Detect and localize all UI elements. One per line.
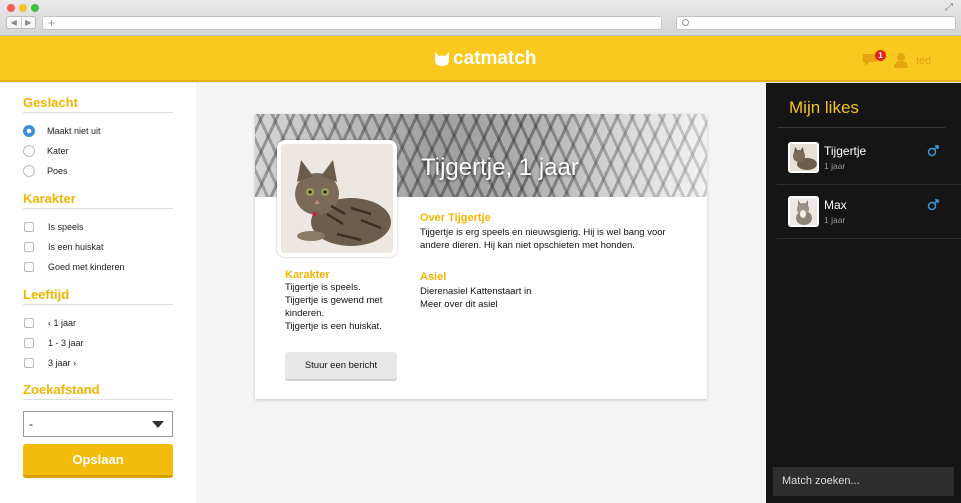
match-search-input[interactable]: Match zoeken... [773, 467, 954, 496]
username[interactable]: ted [916, 55, 931, 67]
like-age: 1 jaar [824, 161, 846, 171]
character-filter-title: Karakter [23, 189, 173, 209]
fullscreen-icon[interactable]: ⤢ [945, 2, 953, 13]
user-icon[interactable] [893, 52, 909, 68]
brand-name: catmatch [453, 48, 537, 69]
like-name: Max [824, 198, 847, 212]
cat-photo [277, 140, 397, 257]
distance-select[interactable]: - [23, 411, 173, 437]
likes-title: Mijn likes [789, 98, 859, 117]
main-content: Tijgertje, 1 jaar Over Tijgertje Tijgert… [196, 83, 766, 503]
back-icon[interactable]: ◀ [7, 17, 22, 28]
shelter-section: Asiel Dierenasiel Kattenstaart in Meer o… [420, 271, 670, 311]
minimize-window-button[interactable] [19, 4, 27, 12]
divider [777, 127, 945, 128]
avatar [788, 196, 819, 227]
gender-filter: Geslacht Maakt niet uit Kater Poes [23, 93, 173, 181]
maximize-window-button[interactable] [31, 4, 39, 12]
shelter-link[interactable]: Meer over dit asiel [420, 298, 670, 311]
chevron-down-icon [152, 421, 164, 428]
distance-filter-title: Zoekafstand [23, 380, 173, 400]
character-option-housecat[interactable]: Is een huiskat [23, 237, 173, 257]
likes-panel: Mijn likes Tijgertje 1 jaar Max 1 jaar M… [766, 83, 961, 503]
character-section: Karakter Tijgertje is speels. Tijgertje … [285, 269, 395, 333]
close-window-button[interactable] [7, 4, 15, 12]
cat-photo-image [281, 144, 393, 253]
radio-button[interactable] [23, 125, 35, 137]
radio-button[interactable] [23, 145, 35, 157]
send-message-button[interactable]: Stuur een bericht [285, 352, 397, 381]
history-nav: ◀ ▶ [6, 16, 36, 29]
like-age: 1 jaar [824, 215, 846, 225]
cat-head-icon [435, 52, 449, 66]
about-title: Over Tijgertje [420, 212, 491, 224]
character-filter: Karakter Is speels Is een huiskat Goed m… [23, 189, 173, 277]
profile-title: Tijgertje, 1 jaar [421, 154, 579, 181]
new-tab-icon[interactable]: + [48, 16, 55, 30]
gender-option-female[interactable]: Poes [23, 161, 173, 181]
checkbox[interactable] [24, 358, 34, 368]
character-line: Tijgertje is speels. [285, 282, 361, 293]
checkbox[interactable] [24, 262, 34, 272]
age-option-over-3[interactable]: 3 jaar › [23, 353, 173, 373]
distance-select-value: - [29, 417, 33, 431]
shelter-title: Asiel [420, 271, 447, 283]
age-option-under-1[interactable]: ‹ 1 jaar [23, 313, 173, 333]
male-icon [927, 145, 939, 157]
distance-filter: Zoekafstand [23, 380, 173, 400]
address-bar[interactable]: + [42, 16, 662, 30]
like-item-max[interactable]: Max 1 jaar [777, 186, 961, 239]
browser-chrome: ⤢ ◀ ▶ + [0, 0, 961, 36]
profile-card: Tijgertje, 1 jaar Over Tijgertje Tijgert… [255, 114, 707, 399]
logo[interactable]: catmatch [434, 48, 536, 70]
shelter-name: Dierenasiel Kattenstaart in [420, 286, 532, 297]
avatar [788, 142, 819, 173]
character-line: Tijgertje is een huiskat. [285, 321, 382, 332]
checkbox[interactable] [24, 318, 34, 328]
checkbox[interactable] [24, 242, 34, 252]
gender-filter-title: Geslacht [23, 93, 173, 113]
about-section: Over Tijgertje Tijgertje is erg speels e… [420, 212, 670, 252]
male-icon [927, 199, 939, 211]
about-text: Tijgertje is erg speels en nieuwsgierig.… [420, 227, 666, 251]
filter-sidebar: Geslacht Maakt niet uit Kater Poes Karak… [0, 83, 196, 503]
age-filter: Leeftijd ‹ 1 jaar 1 - 3 jaar 3 jaar › [23, 285, 173, 373]
radio-button[interactable] [23, 165, 35, 177]
character-title: Karakter [285, 269, 330, 281]
gender-option-any[interactable]: Maakt niet uit [23, 121, 173, 141]
age-filter-title: Leeftijd [23, 285, 173, 305]
notification-badge: 1 [875, 50, 886, 61]
browser-search-field[interactable] [676, 16, 956, 30]
checkbox[interactable] [24, 222, 34, 232]
gender-option-male[interactable]: Kater [23, 141, 173, 161]
app-header: catmatch 1 ted [0, 36, 961, 82]
like-name: Tijgertje [824, 144, 867, 158]
search-icon [682, 19, 689, 26]
like-item-tijgertje[interactable]: Tijgertje 1 jaar [777, 132, 961, 185]
character-option-kids[interactable]: Goed met kinderen [23, 257, 173, 277]
character-line: Tijgertje is gewend met kinderen. [285, 295, 383, 319]
forward-icon[interactable]: ▶ [22, 17, 36, 28]
character-option-playful[interactable]: Is speels [23, 217, 173, 237]
checkbox[interactable] [24, 338, 34, 348]
age-option-1-3[interactable]: 1 - 3 jaar [23, 333, 173, 353]
save-button[interactable]: Opslaan [23, 444, 173, 478]
